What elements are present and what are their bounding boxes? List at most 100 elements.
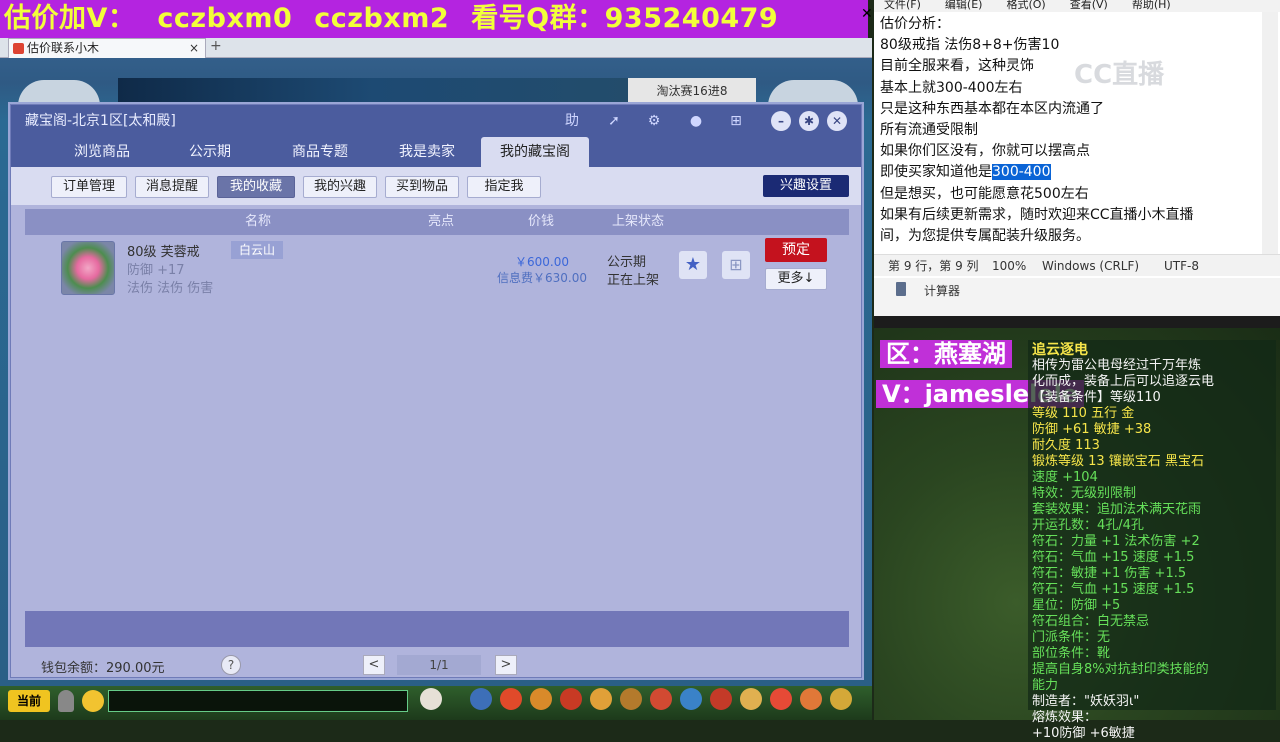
minimize-button[interactable]: – (771, 111, 791, 131)
status-listing: 正在上架 (607, 273, 660, 288)
subtab-interests[interactable]: 我的兴趣 (303, 176, 377, 198)
col-status: 上架状态 (611, 214, 664, 229)
mall-icon[interactable] (770, 688, 792, 710)
top-banner: 估价加V： cczbxm0 cczbxm2 看号Q群：935240479 (0, 0, 868, 38)
item-thumbnail[interactable] (61, 241, 115, 295)
activity-icon[interactable] (740, 688, 762, 710)
selected-text: 300-400 (992, 164, 1051, 181)
tooltip-line: 耐久度 113 (1032, 438, 1100, 453)
chat-input[interactable] (108, 690, 408, 712)
browser-tab[interactable]: 估价联系小木 × (8, 38, 206, 58)
tooltip-line: 能力 (1032, 678, 1059, 693)
guild-icon[interactable] (620, 688, 642, 710)
subtab-messages[interactable]: 消息提醒 (135, 176, 209, 198)
calculator-window-edge (874, 316, 1280, 328)
menu-view[interactable]: 查看(V) (1070, 0, 1108, 11)
tab-seller[interactable]: 我是卖家 (383, 137, 471, 167)
banner-text-5: 935240479 (604, 3, 779, 34)
text-line: 只是这种东西基本都在本区内流通了 (880, 100, 1104, 117)
team-icon[interactable] (560, 688, 582, 710)
cursor-position: 第 9 行，第 9 列 (888, 259, 979, 273)
text-line: 但是想买，也可能愿意花500左右 (880, 185, 1089, 202)
col-price: 价钱 (527, 214, 554, 229)
share-icon[interactable]: ➚ (605, 112, 623, 130)
close-icon[interactable]: ✕ (861, 6, 873, 22)
subtab-designated[interactable]: 指定我 (467, 176, 541, 198)
more-button[interactable]: 更多↓ (765, 268, 827, 290)
new-tab-button[interactable]: + (210, 38, 222, 54)
quest-icon[interactable] (590, 688, 612, 710)
tab-close-icon[interactable]: × (189, 39, 199, 57)
current-channel-button[interactable]: 当前 (8, 690, 50, 712)
text-line: 如果有后续更新需求，随时欢迎来CC直播小木直播 (880, 206, 1194, 223)
interest-settings-button[interactable]: 兴趣设置 (763, 175, 849, 197)
pet-icon[interactable] (420, 688, 442, 710)
tab-publicity[interactable]: 公示期 (167, 137, 253, 167)
calculator-icon (896, 282, 906, 296)
tooltip-line: 防御 +61 敏捷 +38 (1032, 422, 1152, 437)
tab-browse[interactable]: 浏览商品 (57, 137, 147, 167)
emoji-icon[interactable] (82, 690, 104, 712)
add-to-cart-icon[interactable]: ⊞ (722, 251, 750, 279)
item-stat-defense: 防御 +17 (127, 263, 185, 278)
bag-icon[interactable] (530, 688, 552, 710)
player-avatar-left (18, 80, 100, 106)
item-icon[interactable] (500, 688, 522, 710)
tooltip-line: 符石：气血 +15 速度 +1.5 (1032, 550, 1195, 565)
text-line: 目前全服来看，这种灵饰 (880, 58, 1034, 75)
chat-icon[interactable]: ● (687, 112, 705, 130)
assist-icon[interactable]: 助 (563, 112, 581, 130)
subtab-purchased[interactable]: 买到物品 (385, 176, 459, 198)
item-price: ￥600.00 (515, 255, 569, 269)
tooltip-line: 星位：防御 +5 (1032, 598, 1121, 613)
notepad-status-bar: 第 9 行，第 9 列 100% Windows (CRLF) UTF-8 (874, 254, 1280, 276)
item-stat-attrs: 法伤 法伤 伤害 (127, 281, 214, 296)
favorite-star-icon[interactable]: ★ (679, 251, 707, 279)
col-highlight: 亮点 (427, 214, 454, 229)
favorites-list: 名称 亮点 价钱 上架状态 80级 芙蓉戒 白云山 防御 +17 法伤 法伤 伤… (25, 205, 849, 611)
menu-file[interactable]: 文件(F) (884, 0, 921, 11)
tooltip-line: 提高自身8%对抗封印类技能的 (1032, 662, 1209, 677)
help-button[interactable]: ? (221, 655, 241, 675)
cart-icon[interactable]: ⊞ (727, 112, 745, 130)
system-icon[interactable] (800, 688, 822, 710)
wallet-balance: 钱包余额：290.00元 (41, 661, 165, 676)
subtab-favorites[interactable]: 我的收藏 (217, 176, 295, 198)
close-button[interactable]: ✕ (827, 111, 847, 131)
mail-icon[interactable] (710, 688, 732, 710)
notepad-text-area[interactable]: 估价分析： 80级戒指 法伤8+8+伤害10 目前全服来看，这种灵饰 基本上就3… (880, 14, 1260, 258)
tab-topics[interactable]: 商品专题 (275, 137, 365, 167)
microphone-icon[interactable] (58, 690, 74, 712)
tab-my-pavilion[interactable]: 我的藏宝阁 (481, 137, 589, 167)
friends-icon[interactable] (650, 688, 672, 710)
help-icon[interactable] (830, 688, 852, 710)
game-top-banner (118, 78, 628, 104)
tooltip-forge: 熔炼效果： (1032, 710, 1098, 725)
text-line: 所有流通受限制 (880, 122, 978, 139)
text-line: 如果你们区没有，你就可以摆高点 (880, 143, 1090, 160)
next-page-button[interactable]: > (495, 655, 517, 675)
vertical-scrollbar[interactable] (1262, 12, 1278, 256)
menu-edit[interactable]: 编辑(E) (945, 0, 983, 11)
gear-button[interactable]: ✱ (799, 111, 819, 131)
subtab-orders[interactable]: 订单管理 (51, 176, 127, 198)
dialog-title: 藏宝阁-北京1区[太和殿] (25, 113, 176, 129)
reserve-button[interactable]: 预定 (765, 238, 827, 262)
line-ending: Windows (CRLF) (1042, 259, 1140, 273)
sub-tab-bar: 订单管理 消息提醒 我的收藏 我的兴趣 买到物品 指定我 兴趣设置 (11, 167, 861, 205)
calculator-title: 计算器 (924, 284, 961, 298)
skill-icon[interactable] (470, 688, 492, 710)
text-line: 即使买家知道他是 (880, 164, 992, 181)
prev-page-button[interactable]: < (363, 655, 385, 675)
tooltip-line: 符石：敏捷 +1 伤害 +1.5 (1032, 566, 1187, 581)
notepad-window: 文件(F) 编辑(E) 格式(O) 查看(V) 帮助(H) 估价分析： 80级戒指 法伤… (874, 0, 1280, 278)
item-name[interactable]: 80级 芙蓉戒 (127, 241, 200, 260)
settings-icon[interactable]: ⚙ (645, 112, 663, 130)
map-icon[interactable] (680, 688, 702, 710)
text-line: 估价分析： (880, 16, 950, 32)
table-row[interactable]: 80级 芙蓉戒 白云山 防御 +17 法伤 法伤 伤害 ￥600.00 信息费￥… (25, 235, 849, 299)
menu-format[interactable]: 格式(O) (1006, 0, 1045, 11)
column-header: 名称 亮点 价钱 上架状态 (25, 209, 849, 235)
menu-help[interactable]: 帮助(H) (1132, 0, 1171, 11)
dialog-nav: 浏览商品 公示期 商品专题 我是卖家 我的藏宝阁 ⚲ (11, 137, 861, 193)
